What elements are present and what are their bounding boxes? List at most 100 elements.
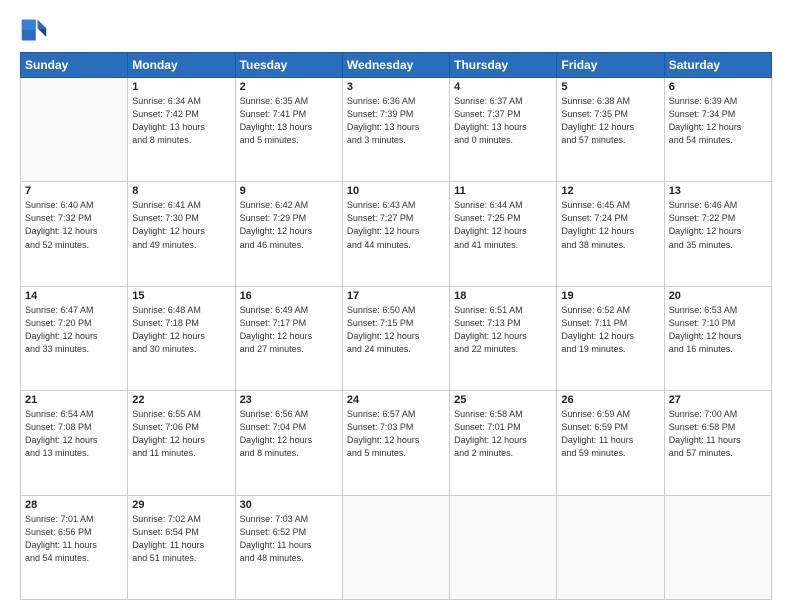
day-info: Sunrise: 6:34 AM Sunset: 7:42 PM Dayligh… [132, 95, 230, 147]
day-info: Sunrise: 6:35 AM Sunset: 7:41 PM Dayligh… [240, 95, 338, 147]
day-number: 10 [347, 185, 445, 197]
day-number: 29 [132, 499, 230, 511]
calendar-week-row: 7 Sunrise: 6:40 AM Sunset: 7:32 PM Daylig… [21, 182, 772, 286]
calendar-day-cell: 14 Sunrise: 6:47 AM Sunset: 7:20 PM Dayli… [21, 286, 128, 390]
page: SundayMondayTuesdayWednesdayThursdayFrid… [0, 0, 792, 612]
day-number: 18 [454, 290, 552, 302]
day-number: 14 [25, 290, 123, 302]
calendar-day-cell: 25 Sunrise: 6:58 AM Sunset: 7:01 PM Dayli… [450, 391, 557, 495]
calendar-day-cell [450, 495, 557, 599]
calendar-day-cell: 17Sunrise: 6:50 AM Sunset: 7:15 PM Dayli… [342, 286, 449, 390]
weekday-header-row: SundayMondayTuesdayWednesdayThursdayFrid… [21, 53, 772, 78]
weekday-header-cell: Tuesday [235, 53, 342, 78]
calendar-day-cell: 27 Sunrise: 7:00 AM Sunset: 6:58 PM Dayli… [664, 391, 771, 495]
day-number: 25 [454, 394, 552, 406]
calendar-week-row: 14 Sunrise: 6:47 AM Sunset: 7:20 PM Dayli… [21, 286, 772, 390]
day-info: Sunrise: 6:41 AM Sunset: 7:30 PM Dayligh… [132, 199, 230, 251]
calendar-day-cell: 22Sunrise: 6:55 AM Sunset: 7:06 PM Dayli… [128, 391, 235, 495]
day-number: 1 [132, 81, 230, 93]
calendar-day-cell [557, 495, 664, 599]
day-number: 16 [240, 290, 338, 302]
day-number: 27 [669, 394, 767, 406]
calendar-day-cell: 2 Sunrise: 6:35 AM Sunset: 7:41 PM Daylig… [235, 78, 342, 182]
calendar-day-cell: 21 Sunrise: 6:54 AM Sunset: 7:08 PM Dayli… [21, 391, 128, 495]
day-info: Sunrise: 6:57 AM Sunset: 7:03 PM Dayligh… [347, 408, 445, 460]
calendar-day-cell: 13 Sunrise: 6:46 AM Sunset: 7:22 PM Dayli… [664, 182, 771, 286]
day-number: 24 [347, 394, 445, 406]
calendar-day-cell: 29 Sunrise: 7:02 AM Sunset: 6:54 PM Dayli… [128, 495, 235, 599]
day-info: Sunrise: 6:50 AM Sunset: 7:15 PM Dayligh… [347, 304, 445, 356]
day-info: Sunrise: 6:52 AM Sunset: 7:11 PM Dayligh… [561, 304, 659, 356]
day-number: 22 [132, 394, 230, 406]
day-number: 7 [25, 185, 123, 197]
weekday-header-cell: Thursday [450, 53, 557, 78]
day-info: Sunrise: 6:37 AM Sunset: 7:37 PM Dayligh… [454, 95, 552, 147]
calendar-day-cell: 4 Sunrise: 6:37 AM Sunset: 7:37 PM Daylig… [450, 78, 557, 182]
day-number: 6 [669, 81, 767, 93]
calendar-day-cell: 26Sunrise: 6:59 AM Sunset: 6:59 PM Dayli… [557, 391, 664, 495]
day-number: 2 [240, 81, 338, 93]
day-info: Sunrise: 6:46 AM Sunset: 7:22 PM Dayligh… [669, 199, 767, 251]
day-number: 11 [454, 185, 552, 197]
calendar-day-cell: 15Sunrise: 6:48 AM Sunset: 7:18 PM Dayli… [128, 286, 235, 390]
day-info: Sunrise: 6:36 AM Sunset: 7:39 PM Dayligh… [347, 95, 445, 147]
calendar-day-cell: 19 Sunrise: 6:52 AM Sunset: 7:11 PM Dayli… [557, 286, 664, 390]
day-info: Sunrise: 7:01 AM Sunset: 6:56 PM Dayligh… [25, 513, 123, 565]
calendar-day-cell: 7 Sunrise: 6:40 AM Sunset: 7:32 PM Daylig… [21, 182, 128, 286]
day-info: Sunrise: 6:39 AM Sunset: 7:34 PM Dayligh… [669, 95, 767, 147]
day-number: 26 [561, 394, 659, 406]
weekday-header-cell: Monday [128, 53, 235, 78]
calendar-day-cell: 30Sunrise: 7:03 AM Sunset: 6:52 PM Dayli… [235, 495, 342, 599]
day-number: 12 [561, 185, 659, 197]
day-number: 13 [669, 185, 767, 197]
calendar-week-row: 1 Sunrise: 6:34 AM Sunset: 7:42 PM Daylig… [21, 78, 772, 182]
calendar-day-cell: 11 Sunrise: 6:44 AM Sunset: 7:25 PM Dayli… [450, 182, 557, 286]
calendar-table: SundayMondayTuesdayWednesdayThursdayFrid… [20, 52, 772, 600]
day-info: Sunrise: 6:45 AM Sunset: 7:24 PM Dayligh… [561, 199, 659, 251]
day-info: Sunrise: 7:00 AM Sunset: 6:58 PM Dayligh… [669, 408, 767, 460]
calendar-day-cell [664, 495, 771, 599]
day-info: Sunrise: 6:40 AM Sunset: 7:32 PM Dayligh… [25, 199, 123, 251]
calendar-day-cell: 6 Sunrise: 6:39 AM Sunset: 7:34 PM Daylig… [664, 78, 771, 182]
day-info: Sunrise: 6:53 AM Sunset: 7:10 PM Dayligh… [669, 304, 767, 356]
day-number: 20 [669, 290, 767, 302]
calendar-week-row: 21 Sunrise: 6:54 AM Sunset: 7:08 PM Dayli… [21, 391, 772, 495]
day-info: Sunrise: 6:44 AM Sunset: 7:25 PM Dayligh… [454, 199, 552, 251]
calendar-day-cell: 23Sunrise: 6:56 AM Sunset: 7:04 PM Dayli… [235, 391, 342, 495]
day-info: Sunrise: 6:42 AM Sunset: 7:29 PM Dayligh… [240, 199, 338, 251]
day-info: Sunrise: 6:48 AM Sunset: 7:18 PM Dayligh… [132, 304, 230, 356]
header [20, 16, 772, 44]
calendar-day-cell: 9 Sunrise: 6:42 AM Sunset: 7:29 PM Daylig… [235, 182, 342, 286]
logo-icon [20, 16, 48, 44]
day-info: Sunrise: 7:02 AM Sunset: 6:54 PM Dayligh… [132, 513, 230, 565]
calendar-day-cell: 28Sunrise: 7:01 AM Sunset: 6:56 PM Dayli… [21, 495, 128, 599]
calendar-day-cell: 18 Sunrise: 6:51 AM Sunset: 7:13 PM Dayli… [450, 286, 557, 390]
calendar-day-cell: 5 Sunrise: 6:38 AM Sunset: 7:35 PM Daylig… [557, 78, 664, 182]
calendar-day-cell [342, 495, 449, 599]
day-number: 4 [454, 81, 552, 93]
weekday-header-cell: Wednesday [342, 53, 449, 78]
calendar-day-cell: 1 Sunrise: 6:34 AM Sunset: 7:42 PM Daylig… [128, 78, 235, 182]
day-number: 21 [25, 394, 123, 406]
day-number: 8 [132, 185, 230, 197]
weekday-header-cell: Friday [557, 53, 664, 78]
day-info: Sunrise: 6:49 AM Sunset: 7:17 PM Dayligh… [240, 304, 338, 356]
logo [20, 16, 52, 44]
calendar-day-cell [21, 78, 128, 182]
day-number: 5 [561, 81, 659, 93]
day-info: Sunrise: 6:38 AM Sunset: 7:35 PM Dayligh… [561, 95, 659, 147]
weekday-header-cell: Saturday [664, 53, 771, 78]
calendar-day-cell: 8 Sunrise: 6:41 AM Sunset: 7:30 PM Daylig… [128, 182, 235, 286]
calendar-day-cell: 10Sunrise: 6:43 AM Sunset: 7:27 PM Dayli… [342, 182, 449, 286]
day-info: Sunrise: 6:58 AM Sunset: 7:01 PM Dayligh… [454, 408, 552, 460]
day-info: Sunrise: 6:54 AM Sunset: 7:08 PM Dayligh… [25, 408, 123, 460]
day-info: Sunrise: 6:47 AM Sunset: 7:20 PM Dayligh… [25, 304, 123, 356]
day-number: 19 [561, 290, 659, 302]
day-number: 9 [240, 185, 338, 197]
calendar-week-row: 28Sunrise: 7:01 AM Sunset: 6:56 PM Dayli… [21, 495, 772, 599]
day-number: 3 [347, 81, 445, 93]
calendar-day-cell: 24 Sunrise: 6:57 AM Sunset: 7:03 PM Dayli… [342, 391, 449, 495]
day-number: 23 [240, 394, 338, 406]
day-info: Sunrise: 6:51 AM Sunset: 7:13 PM Dayligh… [454, 304, 552, 356]
calendar-day-cell: 12 Sunrise: 6:45 AM Sunset: 7:24 PM Dayli… [557, 182, 664, 286]
